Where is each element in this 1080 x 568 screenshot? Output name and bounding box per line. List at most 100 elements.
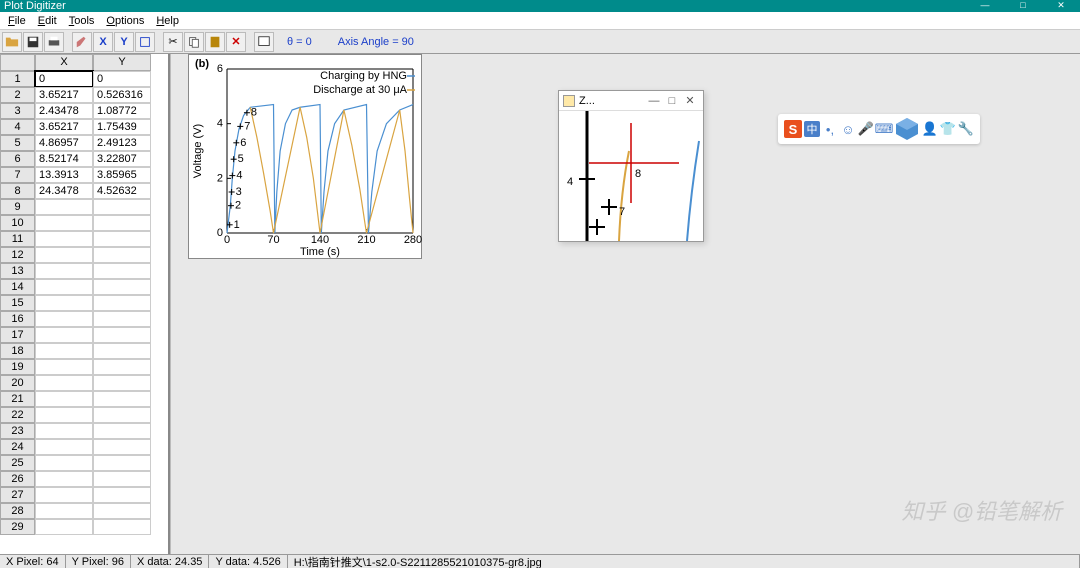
cell-y[interactable] [93,327,151,343]
cell-y[interactable] [93,519,151,535]
cell-y[interactable] [93,439,151,455]
row-number[interactable]: 29 [0,519,35,535]
open-button[interactable] [2,32,22,52]
cut-button[interactable]: ✂ [163,32,183,52]
zoom-button[interactable] [254,32,274,52]
table-row[interactable]: 54.869572.49123 [0,135,168,151]
table-row[interactable]: 12 [0,247,168,263]
cell-x[interactable] [35,375,93,391]
row-number[interactable]: 11 [0,231,35,247]
row-number[interactable]: 19 [0,359,35,375]
cell-y[interactable]: 0 [93,71,151,87]
table-row[interactable]: 824.34784.52632 [0,183,168,199]
table-row[interactable]: 16 [0,311,168,327]
brush-button[interactable] [72,32,92,52]
table-row[interactable]: 20 [0,375,168,391]
col-header-y[interactable]: Y [93,54,151,71]
table-row[interactable]: 9 [0,199,168,215]
cell-x[interactable]: 24.3478 [35,183,93,199]
cell-y[interactable]: 3.22807 [93,151,151,167]
row-number[interactable]: 28 [0,503,35,519]
cell-y[interactable] [93,311,151,327]
delete-button[interactable]: ✕ [226,32,246,52]
cell-x[interactable]: 0 [35,71,93,87]
row-number[interactable]: 7 [0,167,35,183]
maximize-button[interactable]: □ [1004,0,1042,11]
image-canvas[interactable]: (b)0701402102800246Time (s)Voltage (V)12… [184,54,1080,554]
cell-x[interactable]: 3.65217 [35,87,93,103]
cell-y[interactable] [93,215,151,231]
digitize-button[interactable] [135,32,155,52]
cell-y[interactable] [93,279,151,295]
table-row[interactable]: 28 [0,503,168,519]
menu-file[interactable]: FFileile [2,14,32,28]
chart-image[interactable]: (b)0701402102800246Time (s)Voltage (V)12… [188,54,422,259]
row-number[interactable]: 27 [0,487,35,503]
ime-toolbox-icon[interactable]: 🔧 [958,121,974,137]
cell-y[interactable] [93,471,151,487]
table-row[interactable]: 11 [0,231,168,247]
row-number[interactable]: 20 [0,375,35,391]
cell-x[interactable] [35,215,93,231]
row-number[interactable]: 1 [0,71,35,87]
minimize-button[interactable]: — [966,0,1004,11]
cell-x[interactable]: 3.65217 [35,119,93,135]
x-axis-button[interactable]: X [93,32,113,52]
table-row[interactable]: 25 [0,455,168,471]
cell-x[interactable]: 2.43478 [35,103,93,119]
cell-x[interactable] [35,231,93,247]
close-button[interactable]: ✕ [1042,0,1080,11]
table-row[interactable]: 27 [0,487,168,503]
cell-x[interactable] [35,519,93,535]
cell-x[interactable] [35,327,93,343]
cell-x[interactable] [35,343,93,359]
row-number[interactable]: 9 [0,199,35,215]
cell-x[interactable] [35,199,93,215]
zoom-minimize[interactable]: — [645,94,663,108]
cell-x[interactable] [35,391,93,407]
paste-button[interactable] [205,32,225,52]
table-row[interactable]: 13 [0,263,168,279]
cell-x[interactable] [35,407,93,423]
table-row[interactable]: 18 [0,343,168,359]
ime-skin-icon[interactable]: 👕 [940,121,956,137]
ime-emoji-icon[interactable]: ☺ [840,121,856,137]
grid-scrollbar[interactable] [170,54,184,554]
table-row[interactable]: 21 [0,391,168,407]
menu-help[interactable]: Help [150,14,185,28]
row-number[interactable]: 4 [0,119,35,135]
row-number[interactable]: 12 [0,247,35,263]
ime-keyboard-icon[interactable]: ⌨ [876,121,892,137]
print-button[interactable] [44,32,64,52]
table-row[interactable]: 29 [0,519,168,535]
cell-y[interactable]: 3.85965 [93,167,151,183]
cell-y[interactable]: 1.75439 [93,119,151,135]
row-number[interactable]: 26 [0,471,35,487]
table-row[interactable]: 19 [0,359,168,375]
cell-x[interactable] [35,471,93,487]
table-row[interactable]: 713.39133.85965 [0,167,168,183]
table-row[interactable]: 17 [0,327,168,343]
table-row[interactable]: 24 [0,439,168,455]
cell-y[interactable] [93,231,151,247]
cell-y[interactable] [93,407,151,423]
row-number[interactable]: 13 [0,263,35,279]
zoom-titlebar[interactable]: Z... — □ ✕ [559,91,703,111]
ime-punct-icon[interactable]: •, [822,121,838,137]
cell-x[interactable] [35,455,93,471]
row-number[interactable]: 25 [0,455,35,471]
cell-y[interactable] [93,423,151,439]
cell-y[interactable] [93,359,151,375]
ime-lang[interactable]: 中 [804,121,820,137]
row-number[interactable]: 3 [0,103,35,119]
cell-y[interactable]: 2.49123 [93,135,151,151]
cell-x[interactable]: 4.86957 [35,135,93,151]
row-number[interactable]: 18 [0,343,35,359]
row-number[interactable]: 6 [0,151,35,167]
cell-y[interactable] [93,455,151,471]
table-row[interactable]: 68.521743.22807 [0,151,168,167]
row-number[interactable]: 5 [0,135,35,151]
cell-y[interactable] [93,487,151,503]
ime-cube-icon[interactable] [894,116,920,142]
cell-x[interactable] [35,439,93,455]
